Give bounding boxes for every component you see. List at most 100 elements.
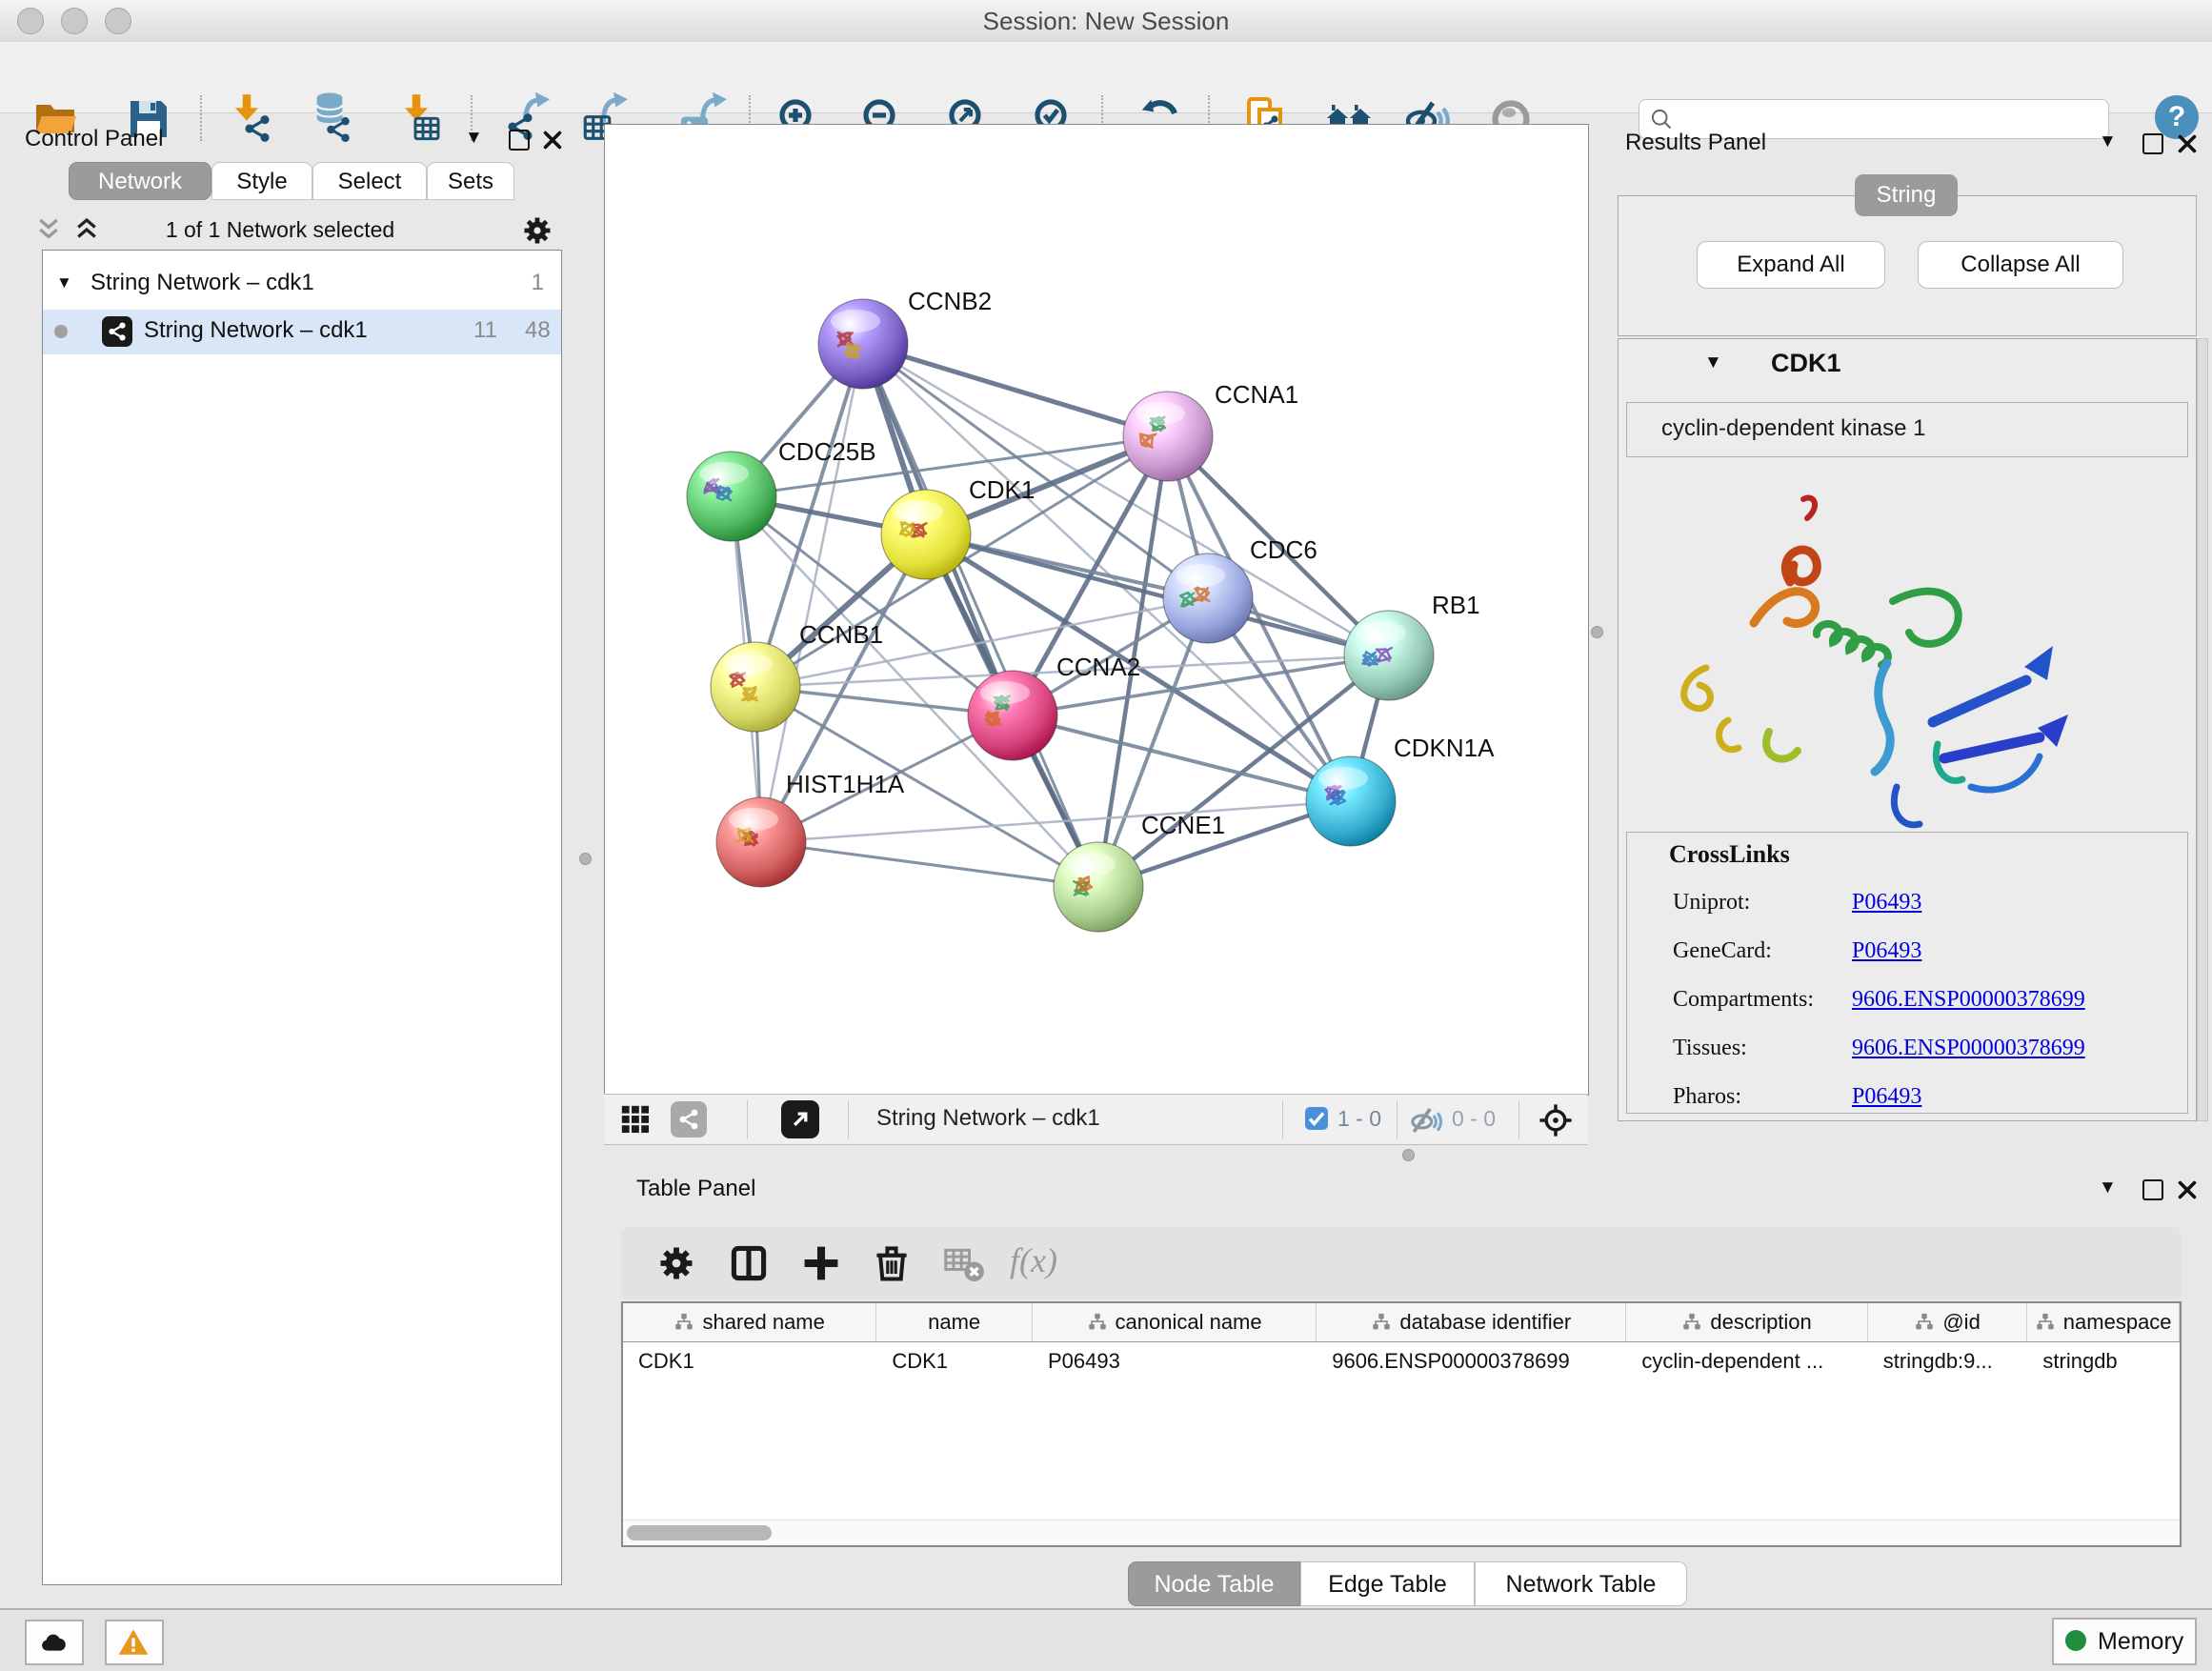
crosslinks-box: CrossLinks Uniprot:P06493GeneCard:P06493… <box>1626 832 2188 1114</box>
tab-select[interactable]: Select <box>312 162 427 200</box>
selected-checkbox[interactable] <box>1305 1107 1328 1130</box>
results-scrollbar[interactable] <box>2197 338 2208 1121</box>
node-structure-squiggle <box>1362 652 1377 666</box>
right-splitter-handle[interactable] <box>1591 626 1603 638</box>
network-canvas[interactable]: CCNB2CCNA1CDC25BCDK1CDC6RB1CCNB1CCNA2CDK… <box>604 124 1589 1096</box>
table-cell[interactable]: stringdb:9... <box>1868 1342 2028 1380</box>
table-cell[interactable]: CDK1 <box>623 1342 876 1380</box>
network-edge[interactable] <box>761 801 1351 842</box>
table-panel-menu-icon[interactable]: ▼ <box>2099 1178 2117 1198</box>
node-gloss <box>980 681 1030 704</box>
column-header-canonical-name[interactable]: canonical name <box>1033 1303 1317 1341</box>
tab-network-table[interactable]: Network Table <box>1475 1561 1687 1606</box>
crosslink-link[interactable]: 9606.ENSP00000378699 <box>1852 987 2085 1013</box>
column-header-name[interactable]: name <box>876 1303 1033 1341</box>
network-node-CCNB1[interactable] <box>711 642 800 732</box>
network-node-CDC25B[interactable] <box>687 452 776 541</box>
table-h-scrollbar[interactable] <box>623 1520 2180 1545</box>
expand-all-button[interactable]: Expand All <box>1697 241 1885 289</box>
column-header-shared-name[interactable]: shared name <box>623 1303 876 1341</box>
network-edge[interactable] <box>761 344 863 842</box>
status-bar: Memory <box>0 1608 2212 1671</box>
network-node-RB1[interactable] <box>1344 611 1434 700</box>
table-cell[interactable]: CDK1 <box>876 1342 1033 1380</box>
tab-style[interactable]: Style <box>211 162 312 200</box>
tab-node-table[interactable]: Node Table <box>1128 1561 1300 1606</box>
network-view-toolbar: String Network – cdk1 1 - 0 0 - 0 <box>604 1094 1587 1145</box>
results-panel-menu-icon[interactable]: ▼ <box>2099 131 2117 152</box>
grid-view-icon[interactable] <box>619 1103 652 1136</box>
crosslink-link[interactable]: P06493 <box>1852 890 1921 916</box>
network-node-CCNA1[interactable] <box>1123 392 1213 481</box>
column-header-namespace[interactable]: namespace <box>2027 1303 2180 1341</box>
table-cell[interactable]: stringdb <box>2027 1342 2180 1380</box>
memory-button[interactable]: Memory <box>2052 1618 2197 1665</box>
table-panel-close-icon[interactable] <box>2176 1178 2199 1201</box>
tab-string[interactable]: String <box>1855 174 1958 216</box>
network-node-CDKN1A[interactable] <box>1306 756 1396 846</box>
network-edge[interactable] <box>761 842 1098 887</box>
node-label: RB1 <box>1432 591 1480 619</box>
table-gear-icon[interactable] <box>655 1242 697 1284</box>
table-cell[interactable]: cyclin-dependent ... <box>1626 1342 1867 1380</box>
add-column-icon[interactable] <box>800 1242 842 1284</box>
crosslink-link[interactable]: P06493 <box>1852 938 1921 964</box>
delete-column-icon[interactable] <box>871 1242 913 1284</box>
network-node-CDK1[interactable] <box>881 490 971 579</box>
network-options-gear-icon[interactable] <box>520 213 554 248</box>
tab-edge-table[interactable]: Edge Table <box>1300 1561 1475 1606</box>
results-panel-float-icon[interactable] <box>2142 133 2163 154</box>
table-h-scrollbar-thumb[interactable] <box>627 1525 772 1540</box>
table-icon <box>412 113 442 144</box>
collapse-all-button[interactable]: Collapse All <box>1918 241 2123 289</box>
fit-content-crosshair-icon[interactable] <box>1538 1102 1574 1138</box>
control-panel-menu-icon[interactable]: ▼ <box>465 128 483 149</box>
results-panel-close-icon[interactable] <box>2176 132 2199 155</box>
node-structure-squiggle <box>716 487 732 501</box>
table-row[interactable]: CDK1CDK1P064939606.ENSP00000378699cyclin… <box>623 1342 2180 1380</box>
column-header-database-identifier[interactable]: database identifier <box>1317 1303 1626 1341</box>
node-gloss <box>729 808 778 831</box>
birds-eye-view-icon[interactable] <box>781 1100 819 1138</box>
table-cell[interactable]: P06493 <box>1033 1342 1317 1380</box>
network-node-CCNA2[interactable] <box>968 671 1057 760</box>
network-node-HIST1H1A[interactable] <box>716 797 806 887</box>
import-table-button[interactable] <box>398 96 444 142</box>
network-node-CDC6[interactable] <box>1163 554 1253 643</box>
separator <box>747 1100 748 1138</box>
node-gloss <box>723 653 773 675</box>
tab-network[interactable]: Network <box>69 162 211 200</box>
network-edge[interactable] <box>863 344 1098 887</box>
network-node-CCNE1[interactable] <box>1054 842 1143 932</box>
network-edge[interactable] <box>863 344 1168 436</box>
column-header-description[interactable]: description <box>1626 1303 1867 1341</box>
node-label: CDC25B <box>778 437 876 466</box>
import-network-from-database-button[interactable] <box>309 96 354 142</box>
warnings-button[interactable] <box>105 1620 164 1665</box>
network-node-CCNB2[interactable] <box>818 299 908 389</box>
column-header-@id[interactable]: @id <box>1868 1303 2028 1341</box>
control-panel-close-icon[interactable] <box>541 129 564 151</box>
warning-icon <box>117 1626 150 1659</box>
show-columns-icon[interactable] <box>728 1242 770 1284</box>
cloud-status-button[interactable] <box>25 1620 84 1665</box>
network-row[interactable]: String Network – cdk1 11 48 <box>43 310 561 354</box>
gene-details-box: ▼ CDK1 cyclin-dependent kinase 1 <box>1618 338 2197 1121</box>
left-splitter-handle[interactable] <box>579 853 592 865</box>
network-collection-row[interactable]: ▼ String Network – cdk1 1 <box>43 262 561 307</box>
table-cell[interactable]: 9606.ENSP00000378699 <box>1317 1342 1626 1380</box>
separator <box>848 1100 849 1138</box>
table-panel-float-icon[interactable] <box>2142 1179 2163 1200</box>
crosslink-link[interactable]: 9606.ENSP00000378699 <box>1852 1036 2085 1061</box>
collection-expand-icon[interactable]: ▼ <box>56 273 72 292</box>
tab-sets[interactable]: Sets <box>427 162 514 200</box>
control-panel-float-icon[interactable] <box>509 130 530 151</box>
bottom-splitter-handle[interactable] <box>1402 1149 1415 1161</box>
node-gloss <box>1136 402 1185 425</box>
crosslink-link[interactable]: P06493 <box>1852 1084 1921 1110</box>
network-edge[interactable] <box>926 534 1389 655</box>
import-network-button[interactable] <box>229 96 274 142</box>
gene-collapse-icon[interactable]: ▼ <box>1704 352 1722 373</box>
search-icon <box>1649 107 1675 132</box>
share-view-icon[interactable] <box>671 1101 707 1137</box>
